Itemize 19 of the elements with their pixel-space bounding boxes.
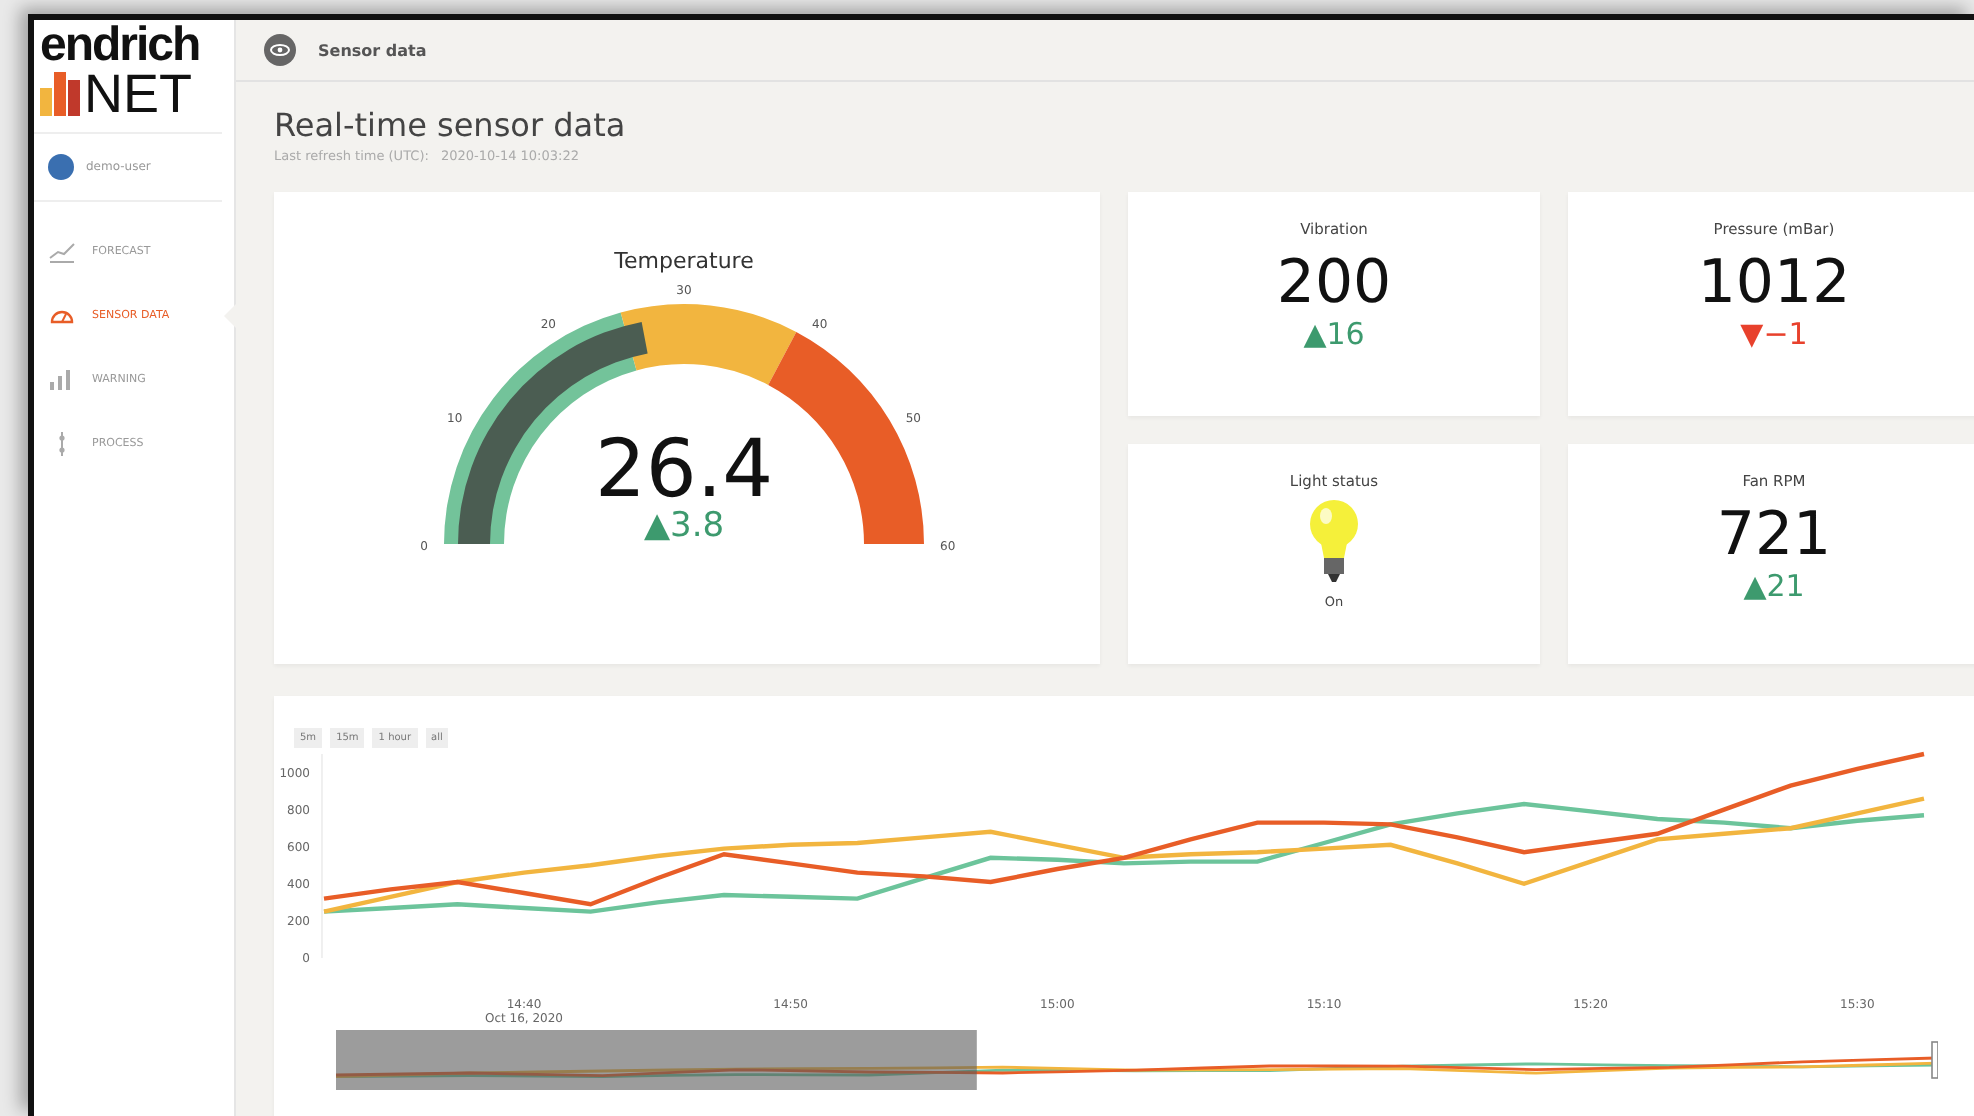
range-handle (1931, 1041, 1938, 1079)
card-value: 721 (1716, 502, 1832, 570)
avatar-icon (48, 154, 74, 180)
page-title: Real-time sensor data (274, 106, 628, 146)
gauge-title: Temperature (614, 248, 754, 274)
logo-text: NET (84, 68, 192, 120)
range-slider[interactable] (336, 1030, 1938, 1090)
trend-line-icon (48, 240, 76, 264)
card-value: 200 (1276, 250, 1392, 318)
card-delta: ▲16 (1303, 318, 1365, 352)
card-delta: ▲21 (1743, 570, 1805, 604)
eye-icon (264, 34, 296, 66)
page-header-title: Sensor data (318, 41, 427, 59)
bar-chart-icon (48, 368, 76, 392)
gauge-delta: ▲3.8 (643, 506, 725, 546)
card-delta: ▼−1 (1740, 318, 1808, 352)
logo-text: endrich (40, 24, 200, 68)
logo-mark-icon (40, 72, 80, 116)
card-value: 1012 (1697, 250, 1851, 318)
